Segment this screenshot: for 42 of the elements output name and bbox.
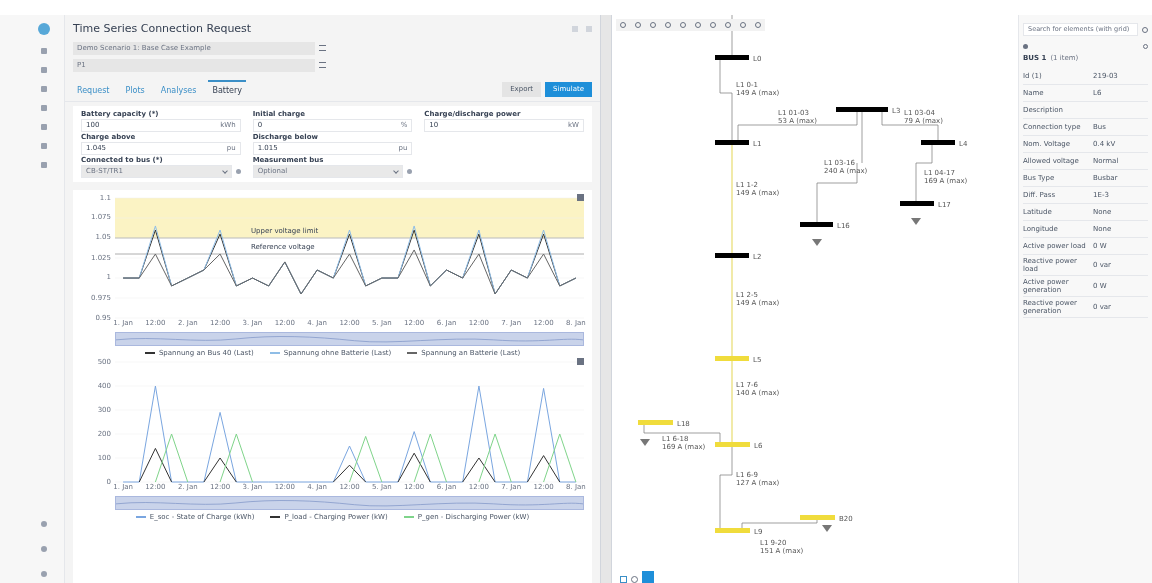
navigator-drawing[interactable] [115,496,584,510]
list-icon[interactable] [319,45,326,51]
bus-bar[interactable] [715,528,750,533]
nav-icon[interactable] [41,162,47,168]
pin-icon[interactable] [407,168,413,174]
window-icon[interactable] [572,26,578,33]
splitter-bar[interactable] [600,15,612,583]
list-icon[interactable] [319,62,326,68]
load-icon [822,525,832,532]
bus-bar[interactable] [921,140,955,145]
navigator-drawing[interactable] [115,331,584,346]
add-icon[interactable] [1023,44,1028,49]
bus-bar[interactable] [900,201,934,206]
nav-icon[interactable] [41,48,47,54]
tab[interactable]: Battery [208,79,247,101]
menu-icon[interactable] [577,193,584,201]
bus-bar[interactable] [715,356,749,361]
bus-bar[interactable] [638,420,673,425]
nav-icon[interactable] [41,521,47,527]
load-icon [812,239,822,246]
pin-icon[interactable] [235,168,241,174]
nav-icon[interactable] [41,86,47,92]
panel-title: Time Series Connection Request [73,21,252,37]
collapse-icon[interactable] [586,26,592,33]
nav-icon[interactable] [41,105,47,111]
map-button[interactable] [642,571,654,583]
bus-bar[interactable] [715,442,750,447]
nav-icon[interactable] [41,571,47,577]
load-icon [911,218,921,225]
bus-bar[interactable] [800,515,835,520]
nav-icon[interactable] [41,143,47,149]
nav-icon[interactable] [41,67,47,73]
bus-bar[interactable] [715,140,749,145]
layers-icon[interactable] [620,576,627,583]
nav-icon[interactable] [41,546,47,552]
nav-icon[interactable] [41,124,47,130]
bus-bar[interactable] [715,55,749,60]
bus-bar[interactable] [715,253,749,258]
app-logo-icon [38,23,50,35]
bus-bar[interactable] [800,222,833,227]
bus-bar[interactable] [836,107,888,112]
load-icon [640,439,650,446]
